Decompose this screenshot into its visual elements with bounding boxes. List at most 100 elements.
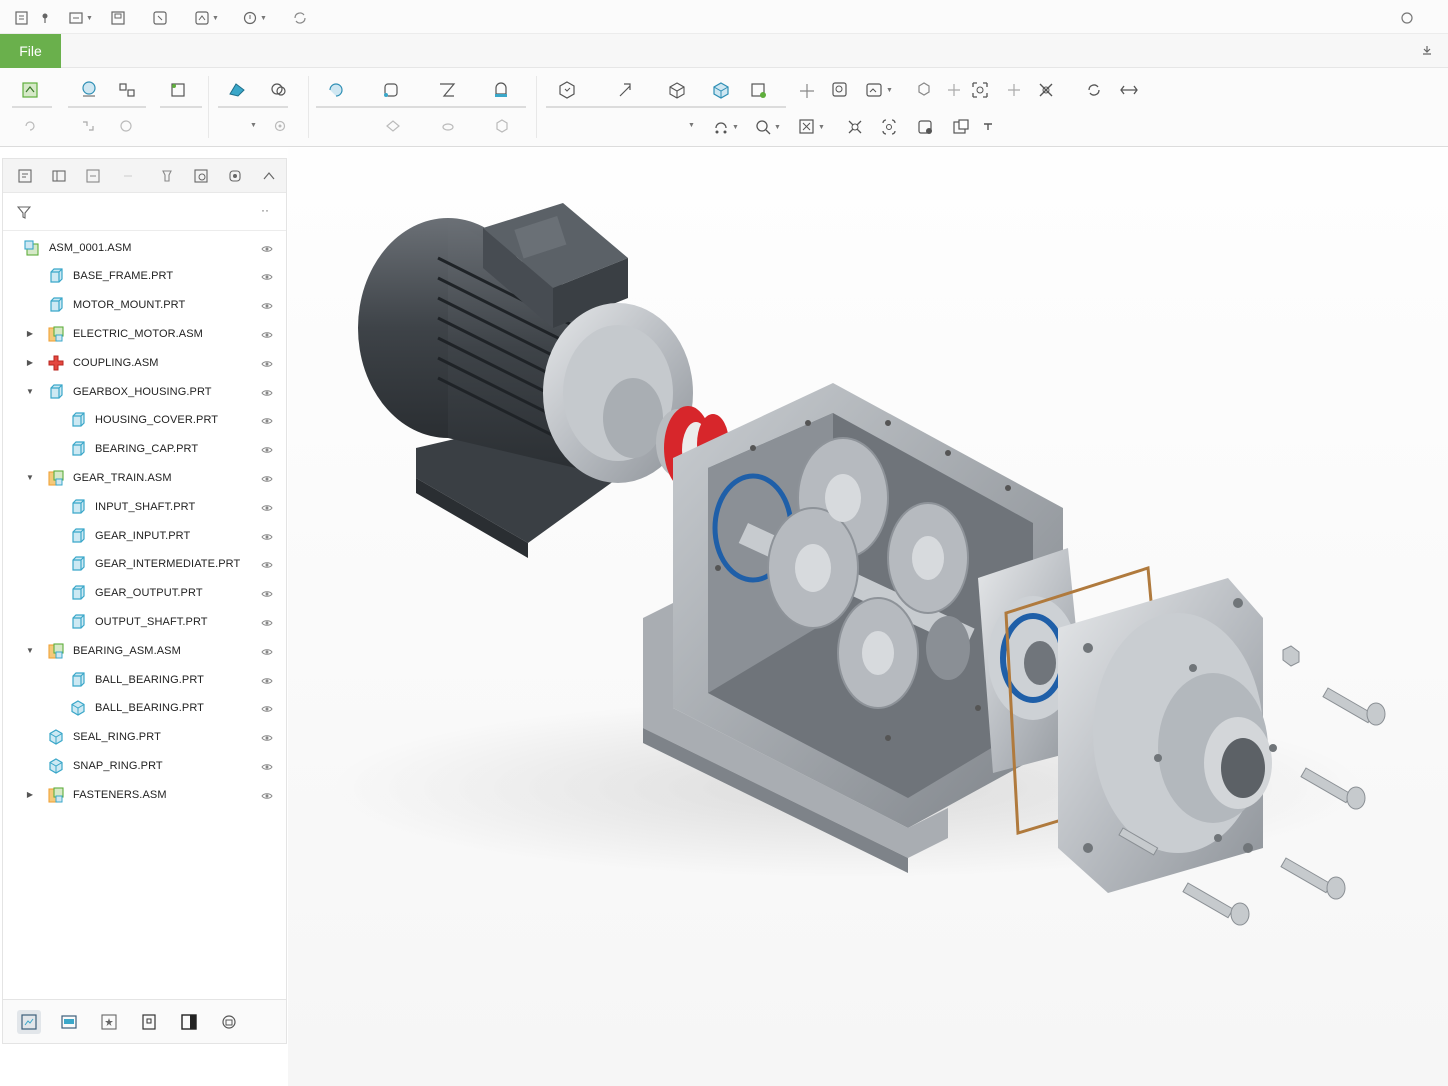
cross-section-icon[interactable] [494,118,510,134]
arrow-icon[interactable] [982,120,994,132]
explode-icon[interactable] [970,80,990,100]
orient-icon[interactable] [385,118,401,134]
window-icon[interactable] [292,9,308,27]
visibility-eye-icon[interactable] [261,272,273,281]
visibility-eye-icon[interactable] [261,244,273,252]
undo-icon[interactable] [152,9,168,27]
tree-item[interactable]: MOTOR_MOUNT.PRT [3,291,286,320]
tree-collapse-icon[interactable] [261,168,277,189]
tree-item[interactable]: BALL_BEARING.PRT [3,665,286,694]
visibility-eye-icon[interactable] [261,618,273,626]
favorites-icon[interactable] [97,1010,121,1034]
rotate-icon[interactable] [1084,80,1104,100]
visibility-eye-icon[interactable] [261,359,273,367]
saved-views-icon[interactable]: ▼ [798,118,825,136]
layers-icon[interactable] [137,1010,161,1034]
create-icon[interactable] [116,80,138,100]
tree-item[interactable]: GEAR_INTERMEDIATE.PRT [3,550,286,579]
pattern-icon[interactable] [226,80,248,100]
visibility-eye-icon[interactable] [261,330,273,338]
3d-box-icon[interactable] [710,80,732,100]
fit-all-icon[interactable] [1036,80,1056,100]
measure-icon[interactable] [1118,80,1140,100]
collapse-icon[interactable]: ▼ [25,646,35,656]
regenerate-icon[interactable]: ▼ [242,9,267,27]
tree-item[interactable]: BASE_FRAME.PRT [3,262,286,291]
dropdown-caret-icon[interactable]: ▼ [250,122,257,129]
tree-item[interactable]: ▶ FASTENERS.ASM [3,780,286,809]
close-window-icon[interactable] [1400,9,1414,27]
visibility-eye-icon[interactable] [261,388,273,396]
visibility-eye-icon[interactable] [261,445,273,453]
tree-item[interactable]: ▼ GEARBOX_HOUSING.PRT [3,377,286,406]
filter-icon[interactable] [16,205,32,224]
sweep-icon[interactable] [436,80,458,100]
blend-icon[interactable] [490,80,512,100]
revolve-icon[interactable] [380,80,402,100]
appearance-icon[interactable] [880,118,898,136]
tree-item[interactable]: GEAR_OUTPUT.PRT [3,579,286,608]
tree-columns-icon[interactable] [51,168,67,189]
tree-item[interactable]: SEAL_RING.PRT [3,723,286,752]
open-icon[interactable]: ▼ [68,9,93,27]
mirror-icon[interactable] [268,80,290,100]
visibility-eye-icon[interactable] [261,503,273,511]
visibility-eye-icon[interactable] [261,532,273,540]
visibility-eye-icon[interactable] [261,791,273,799]
extrude-icon[interactable] [326,80,348,100]
component-interface-icon[interactable] [1006,82,1022,98]
panel-settings-icon[interactable] [217,1010,241,1034]
visibility-eye-icon[interactable] [261,416,273,425]
expand-icon[interactable]: ▶ [25,358,35,368]
visibility-eye-icon[interactable] [261,704,273,713]
pin-icon[interactable] [40,9,50,27]
drag-icon[interactable] [80,118,96,134]
zoom-icon[interactable] [830,80,850,100]
repaint-icon[interactable] [846,118,864,136]
tree-filters-icon[interactable] [85,168,101,189]
zoom-in-icon[interactable]: ▼ [754,118,781,136]
file-tab[interactable]: File [0,34,61,68]
assembly-3d-model[interactable] [288,148,1448,1086]
move-icon[interactable] [798,82,816,100]
graphics-window[interactable] [288,148,1448,1086]
tree-search-icon[interactable] [193,168,209,189]
tree-item[interactable]: SNAP_RING.PRT [3,751,286,780]
tree-item[interactable]: ASM_0001.ASM [3,233,286,262]
save-icon[interactable] [110,9,126,27]
datum-plane-icon[interactable] [556,80,578,100]
display-style-icon[interactable] [916,118,934,136]
model-tree-icon[interactable] [17,1010,41,1034]
section-icon[interactable] [914,80,934,100]
tree-item[interactable]: GEAR_INPUT.PRT [3,521,286,550]
dropdown-caret-icon-2[interactable]: ▼ [688,122,695,129]
expand-icon[interactable]: ▶ [25,329,35,339]
new-icon[interactable] [14,9,30,27]
view-manager-icon[interactable]: ▼ [864,80,893,100]
visibility-eye-icon[interactable] [261,733,273,741]
tree-item[interactable]: ▶ COUPLING.ASM [3,348,286,377]
refit-icon[interactable] [118,118,134,134]
visibility-eye-icon[interactable] [261,762,273,770]
datum-axis-icon[interactable] [614,80,636,100]
tree-item[interactable]: OUTPUT_SHAFT.PRT [3,607,286,636]
tree-item[interactable]: INPUT_SHAFT.PRT [3,492,286,521]
tree-refresh-icon[interactable] [227,168,243,189]
tree-item[interactable]: ▼ GEAR_TRAIN.ASM [3,463,286,492]
folder-browser-icon[interactable] [57,1010,81,1034]
tree-item[interactable]: HOUSING_COVER.PRT [3,406,286,435]
assemble-icon[interactable] [78,80,100,100]
tree-filter-input[interactable] [43,201,243,223]
tree-item[interactable]: ▶ ELECTRIC_MOTOR.ASM [3,319,286,348]
tree-more-button[interactable]: ·· [261,203,269,217]
expand-icon[interactable]: ▶ [25,790,35,800]
collapse-icon[interactable]: ▼ [25,473,35,483]
perspective-icon[interactable] [440,118,456,134]
settings-icon[interactable] [272,118,288,134]
shaded-view-icon[interactable] [748,80,770,100]
redo-icon[interactable]: ▼ [194,9,219,27]
tree-item[interactable]: BEARING_CAP.PRT [3,435,286,464]
named-views-icon[interactable] [952,118,970,136]
visibility-eye-icon[interactable] [261,676,273,684]
visibility-eye-icon[interactable] [261,474,273,482]
